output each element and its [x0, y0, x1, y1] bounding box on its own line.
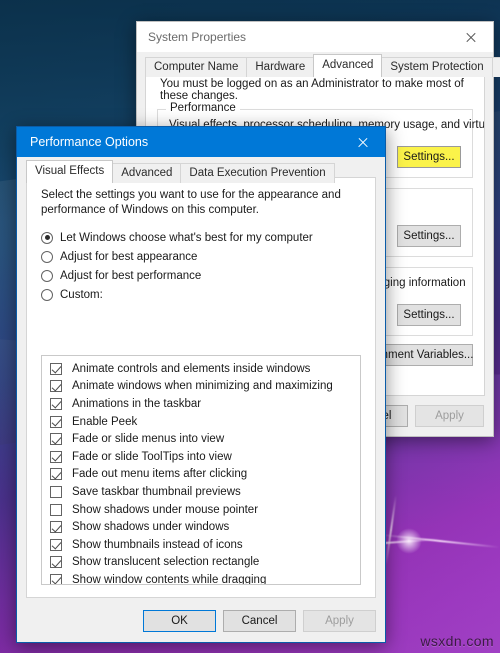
list-item-label: Fade out menu items after clicking — [72, 468, 248, 481]
light-ray-glow — [396, 528, 422, 554]
tab-data-execution-prevention[interactable]: Data Execution Prevention — [180, 163, 335, 183]
visual-effects-tab-panel: Select the settings you want to use for … — [26, 177, 376, 598]
close-icon — [465, 32, 476, 43]
checkbox-icon[interactable] — [50, 362, 62, 375]
list-item-label: Enable Peek — [72, 415, 138, 428]
checkbox-icon[interactable] — [50, 450, 62, 463]
list-item-label: Animate windows when minimizing and maxi… — [72, 380, 333, 393]
site-watermark: wsxdn.com — [420, 633, 494, 649]
system-properties-apply-button: Apply — [415, 405, 484, 427]
list-item-label: Show shadows under windows — [72, 521, 230, 534]
performance-options-apply-button: Apply — [303, 610, 376, 632]
list-item-label: Show window contents while dragging — [72, 573, 267, 585]
performance-options-ok-button[interactable]: OK — [143, 610, 216, 632]
tab-advanced[interactable]: Advanced — [112, 163, 182, 183]
tab-advanced[interactable]: Advanced — [313, 54, 383, 77]
performance-options-titlebar[interactable]: Performance Options — [17, 127, 385, 157]
list-item[interactable]: Show shadows under windows — [42, 518, 360, 536]
visual-effects-intro-text: Select the settings you want to use for … — [41, 189, 341, 216]
list-item-label: Show translucent selection rectangle — [72, 556, 260, 569]
list-item[interactable]: Enable Peek — [42, 413, 360, 431]
visual-effects-radio-group: Let Windows choose what's best for my co… — [27, 218, 375, 304]
list-item-label: Show thumbnails instead of icons — [72, 538, 243, 551]
checkbox-icon[interactable] — [50, 503, 62, 516]
checkbox-icon[interactable] — [50, 380, 62, 393]
radio-indicator-icon — [41, 231, 53, 244]
performance-group-legend: Performance — [166, 102, 240, 114]
system-properties-tabstrip: Computer Name Hardware Advanced System P… — [145, 54, 500, 77]
checkbox-icon[interactable] — [50, 556, 62, 569]
close-icon — [357, 137, 368, 148]
checkbox-icon[interactable] — [50, 521, 62, 534]
radio-label: Let Windows choose what's best for my co… — [60, 231, 313, 244]
performance-options-tabstrip: Visual Effects Advanced Data Execution P… — [26, 160, 385, 183]
performance-settings-button[interactable]: Settings... — [397, 146, 461, 168]
list-item-label: Fade or slide menus into view — [72, 433, 225, 446]
radio-label: Custom: — [60, 288, 103, 301]
system-properties-title: System Properties — [148, 30, 247, 44]
radio-indicator-icon — [41, 269, 53, 282]
screen: wsxdn.com System Properties Computer Nam… — [0, 0, 500, 653]
tab-system-protection[interactable]: System Protection — [381, 57, 493, 77]
list-item[interactable]: Save taskbar thumbnail previews — [42, 483, 360, 501]
radio-best-appearance[interactable]: Adjust for best appearance — [41, 247, 375, 266]
radio-label: Adjust for best performance — [60, 269, 202, 282]
radio-best-performance[interactable]: Adjust for best performance — [41, 266, 375, 285]
user-profiles-settings-button[interactable]: Settings... — [397, 225, 461, 247]
performance-options-close-button[interactable] — [340, 127, 385, 157]
list-item[interactable]: Show translucent selection rectangle — [42, 554, 360, 572]
performance-options-window: Performance Options Visual Effects Advan… — [16, 126, 386, 643]
radio-indicator-icon — [41, 250, 53, 263]
performance-options-cancel-button[interactable]: Cancel — [223, 610, 296, 632]
tab-visual-effects[interactable]: Visual Effects — [26, 160, 114, 183]
radio-indicator-icon — [41, 288, 53, 301]
list-item[interactable]: Animate windows when minimizing and maxi… — [42, 378, 360, 396]
list-item[interactable]: Fade or slide ToolTips into view — [42, 448, 360, 466]
radio-let-windows-choose[interactable]: Let Windows choose what's best for my co… — [41, 228, 375, 247]
performance-options-title: Performance Options — [30, 135, 149, 149]
checkbox-icon[interactable] — [50, 468, 62, 481]
tab-remote[interactable]: Remote — [491, 57, 500, 77]
radio-label: Adjust for best appearance — [60, 250, 198, 263]
checkbox-icon[interactable] — [50, 415, 62, 428]
checkbox-icon[interactable] — [50, 433, 62, 446]
list-item-label: Animate controls and elements inside win… — [72, 362, 311, 375]
startup-recovery-settings-button[interactable]: Settings... — [397, 304, 461, 326]
checkbox-icon[interactable] — [50, 573, 62, 584]
tab-hardware[interactable]: Hardware — [246, 57, 315, 77]
list-item[interactable]: Animate controls and elements inside win… — [42, 360, 360, 378]
list-item-label: Animations in the taskbar — [72, 397, 202, 410]
list-item-label: Fade or slide ToolTips into view — [72, 450, 232, 463]
performance-options-button-row: OK Cancel Apply — [143, 610, 376, 632]
visual-effects-listbox[interactable]: Animate controls and elements inside win… — [41, 355, 361, 585]
checkbox-icon[interactable] — [50, 485, 62, 498]
list-item[interactable]: Fade out menu items after clicking — [42, 466, 360, 484]
list-item[interactable]: Show thumbnails instead of icons — [42, 536, 360, 554]
list-item[interactable]: Fade or slide menus into view — [42, 430, 360, 448]
list-item-label: Save taskbar thumbnail previews — [72, 485, 241, 498]
checkbox-icon[interactable] — [50, 397, 62, 410]
system-properties-titlebar[interactable]: System Properties — [137, 22, 493, 52]
radio-custom[interactable]: Custom: — [41, 285, 375, 304]
list-item[interactable]: Animations in the taskbar — [42, 395, 360, 413]
checkbox-icon[interactable] — [50, 538, 62, 551]
tab-computer-name[interactable]: Computer Name — [145, 57, 248, 77]
list-item[interactable]: Show window contents while dragging — [42, 571, 360, 585]
list-item[interactable]: Show shadows under mouse pointer — [42, 501, 360, 519]
list-item-label: Show shadows under mouse pointer — [72, 503, 259, 516]
system-properties-close-button[interactable] — [448, 22, 493, 52]
